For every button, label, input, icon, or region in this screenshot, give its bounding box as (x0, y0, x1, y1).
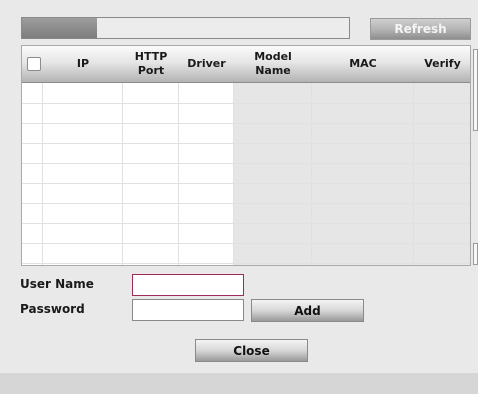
column-http-port (123, 83, 179, 265)
table-row (22, 103, 470, 104)
column-model-name (234, 83, 312, 265)
column-header-model-name[interactable]: Model Name (234, 46, 312, 82)
scroll-down-button[interactable] (473, 243, 478, 265)
column-header-verify-label: Verify (424, 57, 461, 70)
column-header-verify[interactable]: Verify (414, 46, 470, 82)
column-header-mac-label: MAC (349, 57, 377, 70)
select-all-checkbox[interactable] (27, 57, 41, 71)
scrollbar-thumb[interactable] (473, 49, 478, 131)
close-button[interactable]: Close (195, 339, 308, 362)
table-row (22, 163, 470, 164)
table-row (22, 183, 470, 184)
table-header: IP HTTP Port Driver Model Name MAC Verif… (22, 46, 470, 83)
device-table: IP HTTP Port Driver Model Name MAC Verif… (21, 45, 471, 266)
progress-fill (22, 18, 98, 38)
column-checkbox (22, 83, 43, 265)
device-search-dialog: Refresh IP HTTP Port Driver Model Name M… (0, 0, 478, 394)
table-row (22, 123, 470, 124)
column-header-mac[interactable]: MAC (312, 46, 414, 82)
column-header-model-name-line1: Model (254, 50, 292, 63)
column-header-http-port[interactable]: HTTP Port (123, 46, 179, 82)
add-button[interactable]: Add (251, 299, 364, 322)
column-header-ip-label: IP (76, 57, 90, 70)
password-input[interactable] (132, 299, 244, 321)
column-mac (312, 83, 414, 265)
column-driver (179, 83, 234, 265)
column-header-http-port-line2: Port (137, 64, 165, 77)
refresh-button[interactable]: Refresh (370, 18, 471, 40)
dialog-bottom-band (0, 373, 478, 394)
username-input[interactable] (132, 274, 244, 296)
table-row (22, 243, 470, 244)
column-verify (414, 83, 470, 265)
table-row (22, 203, 470, 204)
column-header-http-port-line1: HTTP (134, 50, 168, 63)
table-row (22, 143, 470, 144)
search-progress-bar (21, 17, 350, 39)
column-ip (43, 83, 123, 265)
password-label: Password (20, 302, 85, 316)
username-label: User Name (20, 277, 94, 291)
column-header-model-name-line2: Name (255, 64, 291, 77)
table-row (22, 223, 470, 224)
column-header-ip[interactable]: IP (43, 46, 123, 82)
column-header-driver-label: Driver (187, 57, 226, 70)
column-header-driver[interactable]: Driver (179, 46, 234, 82)
table-row (22, 263, 470, 264)
table-body (22, 83, 470, 265)
